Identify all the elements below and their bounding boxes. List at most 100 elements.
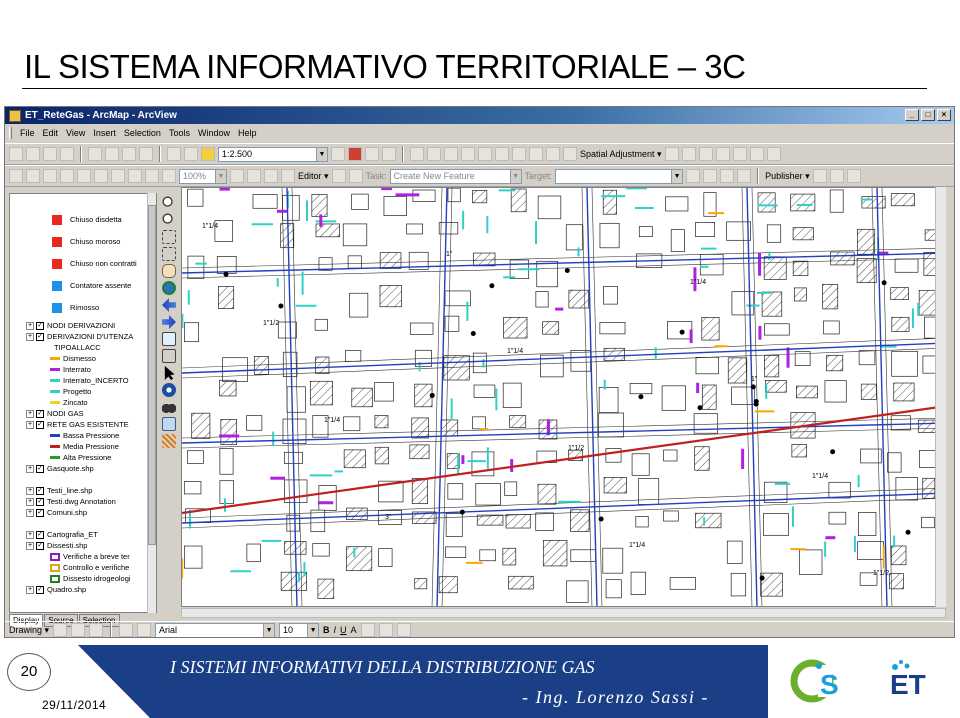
layout-icon[interactable]	[162, 169, 176, 183]
layout-icon[interactable]	[145, 169, 159, 183]
line-color-icon[interactable]	[378, 623, 393, 637]
fixed-zoom-in-icon[interactable]	[162, 230, 176, 244]
layout-icon[interactable]	[686, 169, 701, 183]
toc-item[interactable]: Bassa Pressione	[50, 430, 119, 441]
chevron-down-icon[interactable]: ▼	[215, 169, 226, 183]
expand-icon[interactable]: +	[26, 508, 34, 517]
adjust-tool-icon[interactable]	[766, 147, 781, 161]
clear-selection-icon[interactable]	[162, 349, 176, 363]
adjust-tool-icon[interactable]	[444, 147, 458, 161]
open-icon[interactable]	[26, 147, 40, 161]
layout-icon[interactable]	[43, 169, 57, 183]
layer-visibility-checkbox[interactable]: ✓	[36, 585, 44, 594]
adjust-tool-icon[interactable]	[410, 147, 424, 161]
marker-color-icon[interactable]	[396, 623, 411, 637]
italic-button[interactable]: I	[334, 625, 337, 635]
go-to-xy-icon[interactable]	[162, 417, 176, 431]
minimize-button[interactable]: _	[905, 109, 919, 121]
layout-icon[interactable]	[26, 169, 40, 183]
select-element-arrow-icon[interactable]	[164, 366, 175, 380]
layout-icon[interactable]	[247, 169, 261, 183]
scroll-thumb[interactable]	[148, 205, 156, 545]
map-drawing[interactable]: 1"1/4 1"1/2 1"1/4 3" 1" 1"1/4 1"1/2 1"1/4 1"1/4 1…	[182, 188, 946, 607]
layer-visibility-checkbox[interactable]: ✓	[36, 530, 44, 539]
adjust-tool-icon[interactable]	[495, 147, 509, 161]
layer-visibility-checkbox[interactable]: ✓	[36, 541, 44, 550]
add-data-icon[interactable]	[201, 147, 215, 161]
toc-item[interactable]: TIPOALLACC	[54, 342, 101, 353]
chevron-down-icon[interactable]: ▼	[509, 169, 521, 183]
back-arrow-icon[interactable]	[162, 298, 176, 312]
toc-item[interactable]: Controllo e verifiche	[50, 562, 129, 573]
help-arrow-icon[interactable]	[382, 147, 396, 161]
expand-icon[interactable]: +	[26, 332, 34, 341]
layout-icon[interactable]	[281, 169, 295, 183]
expand-icon[interactable]: +	[26, 486, 34, 495]
spatial-adjustment-menu[interactable]: Spatial Adjustment ▾	[580, 149, 662, 160]
menu-grip[interactable]	[9, 127, 12, 139]
layout-icon[interactable]	[737, 169, 752, 183]
toc-item[interactable]: Verifiche a breve ter	[50, 551, 130, 562]
expand-icon[interactable]: +	[26, 464, 34, 473]
zoom-in-icon[interactable]	[162, 196, 176, 210]
fixed-zoom-out-icon[interactable]	[162, 247, 176, 261]
toc-item[interactable]: Alta Pressione	[50, 452, 111, 463]
find-binoculars-icon[interactable]	[162, 400, 176, 414]
expand-icon[interactable]: +	[26, 585, 34, 594]
delete-icon[interactable]	[139, 147, 153, 161]
select-arrow-icon[interactable]	[664, 147, 679, 161]
toc-item[interactable]: Chiuso disdetta	[52, 214, 122, 225]
toc-scrollbar[interactable]	[147, 193, 156, 613]
toc-item[interactable]: + ✓ Quadro.shp	[26, 584, 86, 595]
editor-toolbar-icon[interactable]	[331, 147, 345, 161]
layout-icon[interactable]	[846, 169, 861, 183]
save-icon[interactable]	[43, 147, 57, 161]
zoom-combo[interactable]: 100% ▼	[179, 168, 227, 184]
layout-icon[interactable]	[128, 169, 142, 183]
font-combo[interactable]: Arial ▼	[155, 622, 276, 637]
bold-button[interactable]: B	[323, 625, 330, 635]
layout-icon[interactable]	[77, 169, 91, 183]
rotate-icon[interactable]	[71, 623, 86, 637]
layer-visibility-checkbox[interactable]: ✓	[36, 409, 44, 418]
command-line-icon[interactable]	[365, 147, 379, 161]
menu-help[interactable]: Help	[238, 128, 257, 138]
redo-icon[interactable]	[184, 147, 198, 161]
chevron-down-icon[interactable]: ▼	[671, 169, 683, 183]
toc-item[interactable]: Media Pressione	[50, 441, 119, 452]
layout-icon[interactable]	[264, 169, 278, 183]
close-button[interactable]: ×	[937, 109, 951, 121]
toc-item[interactable]: Contatore assente	[52, 280, 131, 291]
toc-item[interactable]: + ✓ Gasquote.shp	[26, 463, 94, 474]
adjust-tool-icon[interactable]	[698, 147, 713, 161]
zoom-out-icon[interactable]	[162, 213, 176, 227]
map-vertical-scrollbar[interactable]	[935, 187, 946, 607]
menu-selection[interactable]: Selection	[124, 128, 161, 138]
map-canvas[interactable]: 1"1/4 1"1/2 1"1/4 3" 1" 1"1/4 1"1/2 1"1/4 1"1/4 1…	[181, 187, 946, 607]
toc-item[interactable]: Dismesso	[50, 353, 96, 364]
sketch-pencil-icon[interactable]	[348, 169, 363, 183]
font-size-combo[interactable]: 10 ▼	[279, 622, 320, 637]
adjust-tool-icon[interactable]	[563, 147, 577, 161]
copy-icon[interactable]	[105, 147, 119, 161]
expand-icon[interactable]: +	[26, 409, 34, 418]
layer-visibility-checkbox[interactable]: ✓	[36, 497, 44, 506]
adjust-tool-icon[interactable]	[427, 147, 441, 161]
expand-icon[interactable]: +	[26, 497, 34, 506]
adjust-tool-icon[interactable]	[512, 147, 526, 161]
adjust-tool-icon[interactable]	[529, 147, 543, 161]
toc-item[interactable]: Interrato_INCERTO	[50, 375, 129, 386]
chevron-down-icon[interactable]: ▼	[316, 147, 327, 161]
toc-item[interactable]: + ✓ Testi_line.shp	[26, 485, 92, 496]
menu-file[interactable]: File	[20, 128, 35, 138]
drawing-menu[interactable]: Drawing ▾	[9, 625, 49, 636]
toc-item[interactable]: + ✓ RETE GAS ESISTENTE	[26, 419, 129, 430]
layout-icon[interactable]	[829, 169, 844, 183]
toc-item[interactable]: Zincato	[50, 397, 88, 408]
layer-visibility-checkbox[interactable]: ✓	[36, 332, 44, 341]
layout-icon[interactable]	[111, 169, 125, 183]
task-combo[interactable]: Create New Feature ▼	[389, 168, 522, 184]
paste-icon[interactable]	[122, 147, 136, 161]
layer-visibility-checkbox[interactable]: ✓	[36, 508, 44, 517]
toc-item[interactable]: Rimosso	[52, 302, 99, 313]
